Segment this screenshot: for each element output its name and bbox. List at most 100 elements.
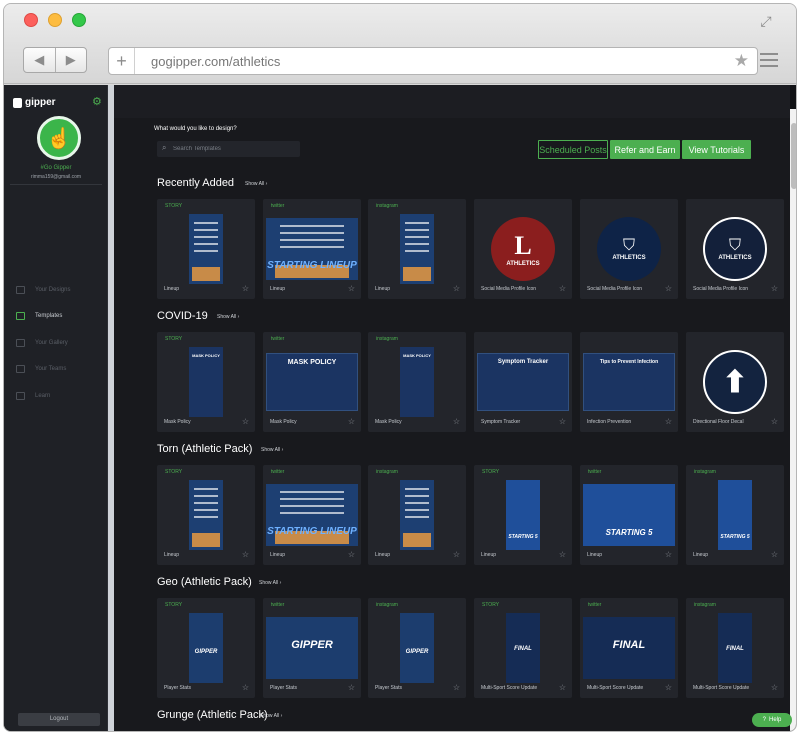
- show-all-link[interactable]: Show All ›: [217, 314, 239, 320]
- template-card[interactable]: ⛉ ATHLETICS Social Media Profile Icon ☆: [686, 199, 784, 299]
- scheduled-posts-button[interactable]: Scheduled Posts: [538, 140, 608, 159]
- favorite-star-icon[interactable]: ☆: [348, 284, 355, 293]
- new-tab-icon[interactable]: +: [109, 48, 135, 74]
- favorite-star-icon[interactable]: ☆: [453, 284, 460, 293]
- template-card[interactable]: instagram STARTING 5 Lineup ☆: [686, 465, 784, 565]
- template-thumbnail[interactable]: [371, 211, 463, 287]
- template-thumbnail[interactable]: GIPPER: [160, 610, 252, 686]
- address-bar[interactable]: + gogipper.com/athletics ★: [108, 47, 758, 75]
- favorite-star-icon[interactable]: ☆: [665, 417, 672, 426]
- template-card[interactable]: twitter STARTING LINEUP Lineup ☆: [263, 465, 361, 565]
- favorite-star-icon[interactable]: ☆: [453, 683, 460, 692]
- avatar[interactable]: ☝: [37, 116, 81, 160]
- template-card[interactable]: twitter GIPPER Player Stats ☆: [263, 598, 361, 698]
- view-tutorials-button[interactable]: View Tutorials: [682, 140, 751, 159]
- favorite-star-icon[interactable]: ☆: [453, 550, 460, 559]
- favorite-star-icon[interactable]: ☆: [665, 683, 672, 692]
- minimize-window-button[interactable]: [48, 13, 62, 27]
- template-thumbnail[interactable]: FINAL: [689, 610, 781, 686]
- zoom-window-button[interactable]: [72, 13, 86, 27]
- search-box[interactable]: ⌕: [157, 141, 300, 157]
- template-thumbnail[interactable]: [160, 477, 252, 553]
- template-thumbnail[interactable]: ⛉ ATHLETICS: [583, 211, 675, 287]
- template-thumbnail[interactable]: FINAL: [583, 610, 675, 686]
- favorite-star-icon[interactable]: ☆: [771, 417, 778, 426]
- favorite-star-icon[interactable]: ☆: [559, 284, 566, 293]
- sidebar-item-your-teams[interactable]: Your Teams: [16, 362, 66, 376]
- favorite-star-icon[interactable]: ☆: [665, 550, 672, 559]
- template-card[interactable]: STORY Lineup ☆: [157, 465, 255, 565]
- template-thumbnail[interactable]: Symptom Tracker: [477, 344, 569, 420]
- favorite-star-icon[interactable]: ☆: [348, 550, 355, 559]
- template-card[interactable]: instagram MASK POLICY Mask Policy ☆: [368, 332, 466, 432]
- template-card[interactable]: Symptom Tracker Symptom Tracker ☆: [474, 332, 572, 432]
- template-thumbnail[interactable]: L ATHLETICS: [477, 211, 569, 287]
- logout-button[interactable]: Logout: [18, 713, 100, 726]
- template-card[interactable]: twitter MASK POLICY Mask Policy ☆: [263, 332, 361, 432]
- favorite-star-icon[interactable]: ☆: [242, 417, 249, 426]
- template-card[interactable]: STORY STARTING 5 Lineup ☆: [474, 465, 572, 565]
- refer-and-earn-button[interactable]: Refer and Earn: [610, 140, 680, 159]
- favorite-star-icon[interactable]: ☆: [559, 417, 566, 426]
- template-thumbnail[interactable]: STARTING 5: [583, 477, 675, 553]
- template-thumbnail[interactable]: STARTING 5: [689, 477, 781, 553]
- favorite-star-icon[interactable]: ☆: [771, 284, 778, 293]
- template-card[interactable]: twitter STARTING 5 Lineup ☆: [580, 465, 678, 565]
- sidebar-item-your-gallery[interactable]: Your Gallery: [16, 336, 68, 350]
- gear-icon[interactable]: ⚙: [92, 95, 102, 108]
- template-card[interactable]: instagram Lineup ☆: [368, 465, 466, 565]
- template-card[interactable]: STORY MASK POLICY Mask Policy ☆: [157, 332, 255, 432]
- template-card[interactable]: instagram GIPPER Player Stats ☆: [368, 598, 466, 698]
- show-all-link[interactable]: Show All ›: [261, 447, 283, 453]
- template-thumbnail[interactable]: ⬆: [689, 344, 781, 420]
- template-card[interactable]: L ATHLETICS Social Media Profile Icon ☆: [474, 199, 572, 299]
- template-card[interactable]: twitter STARTING LINEUP Lineup ☆: [263, 199, 361, 299]
- template-card[interactable]: ⛉ ATHLETICS Social Media Profile Icon ☆: [580, 199, 678, 299]
- template-thumbnail[interactable]: ⛉ ATHLETICS: [689, 211, 781, 287]
- bookmark-star-icon[interactable]: ★: [734, 51, 749, 71]
- template-card[interactable]: STORY Lineup ☆: [157, 199, 255, 299]
- search-input[interactable]: [173, 143, 293, 154]
- template-card[interactable]: STORY FINAL Multi-Sport Score Update ☆: [474, 598, 572, 698]
- forward-button[interactable]: ▶: [54, 48, 87, 72]
- sidebar-item-learn[interactable]: Learn: [16, 389, 50, 403]
- help-button[interactable]: ? Help: [752, 713, 792, 727]
- template-thumbnail[interactable]: GIPPER: [266, 610, 358, 686]
- template-thumbnail[interactable]: STARTING 5: [477, 477, 569, 553]
- template-thumbnail[interactable]: GIPPER: [371, 610, 463, 686]
- favorite-star-icon[interactable]: ☆: [242, 284, 249, 293]
- template-thumbnail[interactable]: STARTING LINEUP: [266, 477, 358, 553]
- template-card[interactable]: instagram Lineup ☆: [368, 199, 466, 299]
- favorite-star-icon[interactable]: ☆: [771, 550, 778, 559]
- favorite-star-icon[interactable]: ☆: [348, 683, 355, 692]
- url-text[interactable]: gogipper.com/athletics: [151, 54, 280, 69]
- template-thumbnail[interactable]: FINAL: [477, 610, 569, 686]
- browser-menu-icon[interactable]: [760, 53, 778, 67]
- template-card[interactable]: Tips to Prevent Infection Infection Preve…: [580, 332, 678, 432]
- favorite-star-icon[interactable]: ☆: [453, 417, 460, 426]
- template-thumbnail[interactable]: STARTING LINEUP: [266, 211, 358, 287]
- favorite-star-icon[interactable]: ☆: [242, 683, 249, 692]
- main-scrollbar-track[interactable]: [790, 109, 796, 731]
- sidebar-item-your-designs[interactable]: Your Designs: [16, 283, 70, 297]
- show-all-link[interactable]: Show All ›: [245, 181, 267, 187]
- main-scrollbar-thumb[interactable]: [791, 123, 796, 189]
- template-card[interactable]: instagram FINAL Multi-Sport Score Update ☆: [686, 598, 784, 698]
- template-thumbnail[interactable]: MASK POLICY: [160, 344, 252, 420]
- template-thumbnail[interactable]: MASK POLICY: [371, 344, 463, 420]
- favorite-star-icon[interactable]: ☆: [771, 683, 778, 692]
- favorite-star-icon[interactable]: ☆: [348, 417, 355, 426]
- favorite-star-icon[interactable]: ☆: [559, 683, 566, 692]
- gipper-logo[interactable]: gipper: [13, 97, 56, 108]
- show-all-link[interactable]: Show All ›: [259, 580, 281, 586]
- template-card[interactable]: twitter FINAL Multi-Sport Score Update ☆: [580, 598, 678, 698]
- fullscreen-icon[interactable]: ⤢: [758, 13, 774, 29]
- close-window-button[interactable]: [24, 13, 38, 27]
- template-thumbnail[interactable]: [160, 211, 252, 287]
- favorite-star-icon[interactable]: ☆: [242, 550, 249, 559]
- sidebar-item-templates[interactable]: Templates: [16, 309, 62, 323]
- back-button[interactable]: ◀: [24, 48, 55, 72]
- show-all-link[interactable]: Show All ›: [260, 713, 282, 719]
- template-thumbnail[interactable]: Tips to Prevent Infection: [583, 344, 675, 420]
- template-card[interactable]: ⬆ Directional Floor Decal ☆: [686, 332, 784, 432]
